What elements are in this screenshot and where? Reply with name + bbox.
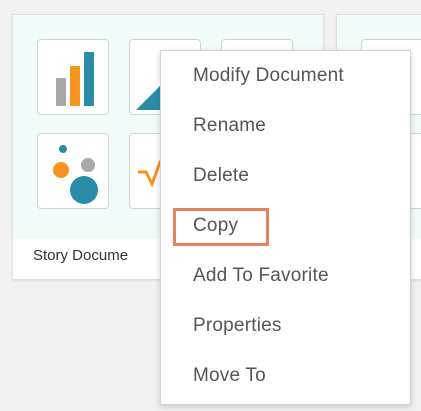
menu-item-copy[interactable]: Copy xyxy=(161,201,410,251)
bar-chart-icon xyxy=(37,39,109,115)
menu-item-properties[interactable]: Properties xyxy=(161,301,410,351)
menu-item-label: Move To xyxy=(193,365,266,386)
menu-item-delete[interactable]: Delete xyxy=(161,151,410,201)
menu-item-rename[interactable]: Rename xyxy=(161,101,410,151)
document-gallery: Story Docume to Modify Document Rename xyxy=(0,0,421,411)
context-menu: Modify Document Rename Delete Copy Add T… xyxy=(160,50,411,405)
menu-item-label: Delete xyxy=(193,165,250,186)
menu-item-move-to[interactable]: Move To xyxy=(161,351,410,401)
document-title[interactable]: Story Docume xyxy=(33,247,128,264)
bubble-chart-icon xyxy=(37,133,109,209)
menu-item-add-to-favorite[interactable]: Add To Favorite xyxy=(161,251,410,301)
menu-item-label: Add To Favorite xyxy=(193,265,329,286)
menu-item-label: Rename xyxy=(193,115,267,136)
menu-item-label: Properties xyxy=(193,315,282,336)
menu-item-label: Modify Document xyxy=(193,65,344,86)
menu-item-modify-document[interactable]: Modify Document xyxy=(161,51,410,101)
menu-item-label: Copy xyxy=(193,215,239,236)
